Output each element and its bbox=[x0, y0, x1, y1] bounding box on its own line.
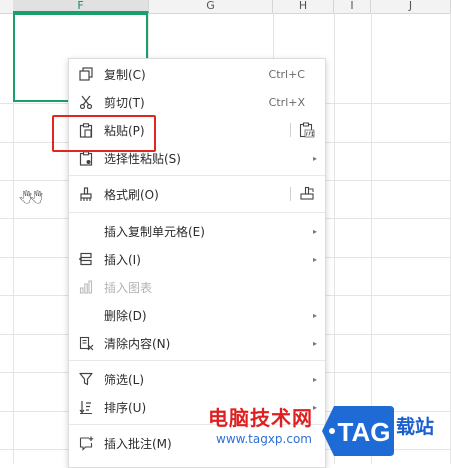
watermark-url: www.tagxp.com bbox=[216, 432, 312, 446]
menu-item-label: 插入图表 bbox=[104, 280, 153, 295]
submenu-arrow-icon: ▸ bbox=[312, 374, 317, 384]
menu-item-label: 插入批注(M) bbox=[104, 436, 172, 451]
menu-item-label: 选择性粘贴(S) bbox=[104, 151, 181, 166]
paste-special-icon bbox=[78, 150, 94, 166]
menu-item-label: 排序(U) bbox=[104, 400, 147, 415]
filter-icon bbox=[78, 371, 94, 387]
sort-icon bbox=[78, 399, 94, 415]
grid-line bbox=[371, 13, 372, 464]
watermark: 电脑技术网 www.tagxp.com TAG 载站 bbox=[208, 402, 451, 464]
column-header-i[interactable]: I bbox=[334, 0, 371, 13]
submenu-arrow-icon: ▸ bbox=[312, 226, 317, 236]
menu-item-clear-content[interactable]: 清除内容(N) ▸ bbox=[69, 329, 325, 357]
menu-item-shortcut: Ctrl+C bbox=[268, 67, 305, 81]
insert-icon bbox=[78, 251, 94, 267]
menu-item-label: 清除内容(N) bbox=[104, 336, 171, 351]
menu-item-divider bbox=[290, 123, 291, 137]
submenu-arrow-icon: ▸ bbox=[312, 338, 317, 348]
menu-item-label: 筛选(L) bbox=[104, 372, 145, 387]
column-header-h[interactable]: H bbox=[273, 0, 334, 13]
menu-item-label: 剪切(T) bbox=[104, 95, 145, 110]
tag-logo-text: TAG bbox=[338, 417, 391, 447]
watermark-text: 电脑技术网 bbox=[208, 406, 313, 430]
menu-item-cut[interactable]: 剪切(T) Ctrl+X bbox=[69, 88, 325, 116]
menu-item-format-painter[interactable]: 格式刷(O) bbox=[69, 180, 325, 208]
menu-item-insert[interactable]: 插入(I) ▸ bbox=[69, 245, 325, 273]
menu-item-divider bbox=[290, 187, 291, 201]
submenu-arrow-icon: ▸ bbox=[312, 153, 317, 163]
menu-item-insert-chart: 插入图表 bbox=[69, 273, 325, 301]
paste-values-icon[interactable] bbox=[299, 122, 315, 138]
menu-separator bbox=[69, 175, 325, 176]
submenu-arrow-icon: ▸ bbox=[312, 310, 317, 320]
menu-item-label: 格式刷(O) bbox=[104, 187, 159, 202]
column-header-j[interactable]: J bbox=[371, 0, 451, 13]
menu-item-label: 插入(I) bbox=[104, 252, 141, 267]
copy-icon bbox=[78, 66, 94, 82]
scissors-icon bbox=[78, 94, 94, 110]
eraser-icon bbox=[78, 335, 94, 351]
menu-item-label: 删除(D) bbox=[104, 308, 147, 323]
chart-icon bbox=[78, 279, 94, 295]
tag-logo-icon: TAG bbox=[322, 406, 394, 456]
submenu-arrow-icon: ▸ bbox=[312, 254, 317, 264]
paste-highlight-box bbox=[52, 115, 156, 152]
column-header-f[interactable]: F bbox=[13, 0, 149, 13]
format-painter-icon bbox=[78, 186, 94, 202]
menu-item-label: 插入复制单元格(E) bbox=[104, 224, 205, 239]
format-painter-alt-icon[interactable] bbox=[299, 186, 315, 202]
comment-icon bbox=[78, 435, 94, 451]
menu-item-filter[interactable]: 筛选(L) ▸ bbox=[69, 365, 325, 393]
column-header-g[interactable]: G bbox=[149, 0, 273, 13]
hand-cursor-icon: 🖑🖑 bbox=[19, 191, 43, 205]
grid-line bbox=[334, 13, 335, 464]
watermark-side-text: 载站 bbox=[396, 416, 435, 438]
menu-separator bbox=[69, 212, 325, 213]
menu-item-label: 复制(C) bbox=[104, 67, 146, 82]
menu-item-insert-copied-cells[interactable]: 插入复制单元格(E) ▸ bbox=[69, 217, 325, 245]
menu-separator bbox=[69, 360, 325, 361]
menu-item-delete[interactable]: 删除(D) ▸ bbox=[69, 301, 325, 329]
menu-item-shortcut: Ctrl+X bbox=[268, 95, 305, 109]
menu-item-copy[interactable]: 复制(C) Ctrl+C bbox=[69, 60, 325, 88]
